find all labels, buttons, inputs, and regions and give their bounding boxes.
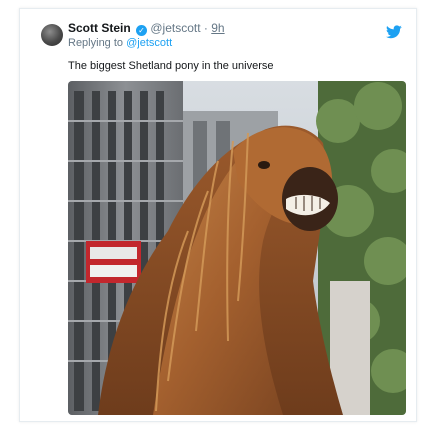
author-name[interactable]: Scott Stein [68, 21, 131, 35]
tweet-header: Scott Stein ✓ @jetscott · 9h [68, 21, 376, 36]
reply-prefix: Replying to [68, 37, 124, 49]
avatar[interactable] [41, 24, 63, 46]
reply-context: Replying to @jetscott [68, 36, 172, 50]
tweet-timestamp[interactable]: 9h [211, 21, 224, 35]
separator: · [203, 21, 208, 35]
tweet-photo[interactable] [68, 81, 406, 415]
tweet-card[interactable]: Scott Stein ✓ @jetscott · 9h Replying to… [19, 8, 417, 422]
reply-to-handle[interactable]: @jetscott [126, 37, 172, 49]
twitter-bird-icon[interactable] [386, 25, 402, 39]
verified-badge-icon: ✓ [136, 25, 148, 36]
tweet-text: The biggest Shetland pony in the univers… [68, 60, 274, 72]
author-handle[interactable]: @jetscott [150, 21, 200, 35]
